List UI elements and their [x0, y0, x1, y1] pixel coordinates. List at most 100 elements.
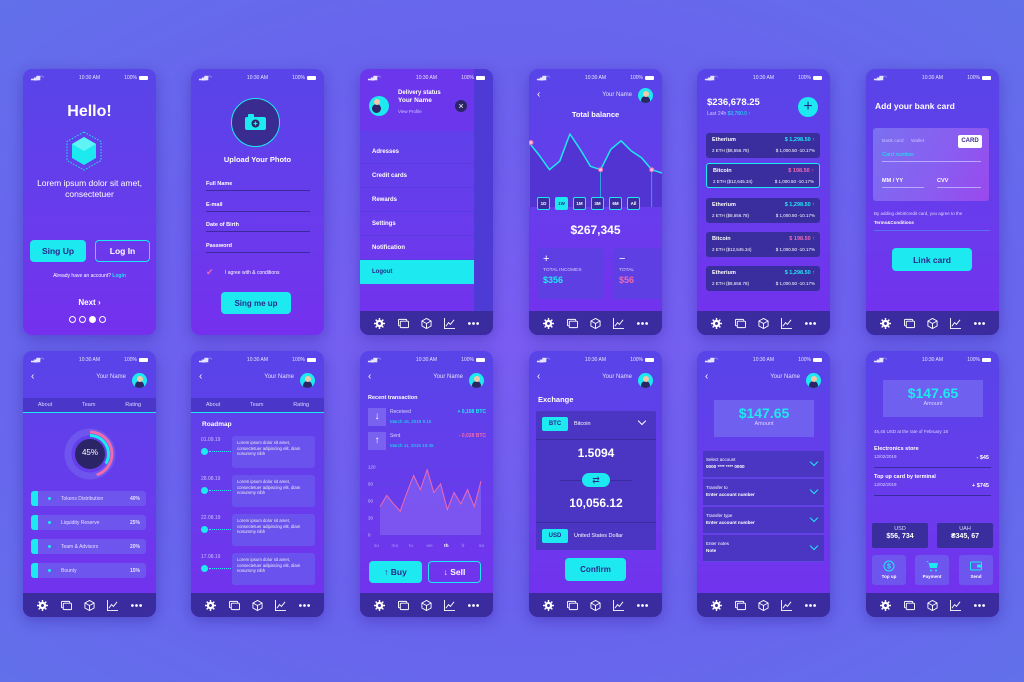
coin-row[interactable]: Etherium $ 1,298.50 ↑ 2 ETH ($8,656.78) $ 1…: [706, 198, 820, 223]
roadmap-entry[interactable]: Lorem ipsum dolor sit amet, consectetuer…: [232, 553, 315, 585]
from-amount[interactable]: 1.5094: [536, 446, 656, 460]
distribution-item[interactable]: Bounty 15%: [31, 563, 146, 578]
cube-icon[interactable]: [590, 599, 601, 611]
cards-icon[interactable]: [903, 600, 915, 611]
x-tick-label[interactable]: we: [427, 544, 433, 549]
more-icon[interactable]: [130, 600, 142, 611]
cube-icon[interactable]: [252, 599, 263, 611]
x-tick-label[interactable]: fr: [462, 543, 465, 549]
cards-icon[interactable]: [734, 318, 746, 329]
chart-icon[interactable]: [781, 317, 793, 329]
view-profile-link[interactable]: View Profile: [398, 109, 422, 114]
cards-icon[interactable]: [566, 600, 578, 611]
menu-item[interactable]: Logout: [360, 260, 474, 284]
distribution-item[interactable]: Team & Advisors 20%: [31, 539, 146, 554]
close-icon[interactable]: ×: [455, 100, 467, 112]
roadmap-entry[interactable]: Lorem ipsum dolor sit amet, consectetuer…: [232, 436, 315, 468]
chart-point[interactable]: [649, 167, 655, 173]
avatar[interactable]: [469, 373, 484, 388]
avatar[interactable]: [638, 88, 653, 103]
send-button[interactable]: Send: [959, 555, 993, 585]
x-tick-label[interactable]: tu: [409, 543, 413, 549]
coin-row[interactable]: Bitcoin $ 198.50 ↑ 2 ETH ($12,645.34) $ 1,0…: [706, 163, 820, 188]
confirm-button[interactable]: Confirm: [565, 558, 626, 581]
menu-item[interactable]: Adresses: [360, 140, 474, 164]
gear-icon[interactable]: [37, 599, 49, 611]
cube-icon[interactable]: [421, 317, 432, 329]
to-amount[interactable]: 10,056.12: [536, 496, 656, 510]
tab-about[interactable]: About: [206, 402, 220, 408]
gear-icon[interactable]: [711, 317, 723, 329]
password-field[interactable]: Password: [206, 243, 310, 253]
cube-icon[interactable]: [758, 317, 769, 329]
menu-item[interactable]: Credit cards: [360, 164, 474, 188]
page-dot[interactable]: [69, 316, 76, 323]
gear-icon[interactable]: [543, 317, 555, 329]
page-dot[interactable]: [79, 316, 86, 323]
tab-rating[interactable]: Rating: [125, 402, 141, 408]
tab-about[interactable]: About: [38, 402, 52, 408]
gear-icon[interactable]: [374, 317, 386, 329]
log-in-button[interactable]: Log In: [95, 240, 150, 262]
chart-icon[interactable]: [950, 599, 962, 611]
menu-item[interactable]: Settings: [360, 212, 474, 236]
upload-photo-button[interactable]: [231, 98, 280, 147]
back-icon[interactable]: ‹: [31, 371, 34, 382]
avatar[interactable]: [806, 373, 821, 388]
more-icon[interactable]: [636, 318, 648, 329]
tab-team[interactable]: Team: [250, 402, 263, 408]
period-button[interactable]: 3M: [591, 197, 604, 210]
transfer-field[interactable]: Enter notes Note: [703, 535, 824, 562]
chart-point[interactable]: [529, 140, 534, 145]
cards-icon[interactable]: [903, 318, 915, 329]
menu-overlay[interactable]: [474, 69, 493, 335]
buy-button[interactable]: ↑ Buy: [369, 561, 422, 583]
coin-row[interactable]: Bitcoin $ 198.50 ↑ 2 ETH ($12,645.34) $ 1,0…: [706, 232, 820, 257]
payment-button[interactable]: Payment: [915, 555, 949, 585]
distribution-item[interactable]: Liquidity Reserve 25%: [31, 515, 146, 530]
period-button[interactable]: 6M: [609, 197, 622, 210]
tab-rating[interactable]: Rating: [293, 402, 309, 408]
add-button[interactable]: +: [798, 97, 818, 117]
back-icon[interactable]: ‹: [199, 371, 202, 382]
avatar[interactable]: [369, 96, 389, 116]
period-button[interactable]: 1M: [573, 197, 586, 210]
payment-entry[interactable]: Top up card by terminal 12/02/2019 + $745: [874, 474, 991, 496]
cards-icon[interactable]: [228, 600, 240, 611]
login-link[interactable]: Login: [112, 273, 126, 279]
tab-wallet[interactable]: Wallet: [911, 139, 924, 144]
back-icon[interactable]: ‹: [705, 371, 708, 382]
chart-icon[interactable]: [781, 599, 793, 611]
to-currency-select[interactable]: USD United States Dollar: [536, 522, 656, 550]
sign-up-button[interactable]: Sing Up: [30, 240, 86, 262]
period-button[interactable]: 1W: [555, 197, 568, 210]
page-indicator[interactable]: [69, 316, 106, 323]
chart-icon[interactable]: [275, 599, 287, 611]
back-icon[interactable]: ‹: [537, 89, 540, 100]
link-card-button[interactable]: Link card: [892, 248, 972, 271]
transfer-field[interactable]: Transfer type Enter account number: [703, 507, 824, 534]
date-of-birth-field[interactable]: Date of Birth: [206, 222, 310, 232]
avatar[interactable]: [132, 373, 147, 388]
transfer-field[interactable]: Transfer to Enter account number: [703, 479, 824, 506]
roadmap-entry[interactable]: Lorem ipsum dolor sit amet, consectetuer…: [232, 514, 315, 546]
chart-icon[interactable]: [107, 599, 119, 611]
cvv-input[interactable]: CVV: [937, 178, 981, 188]
next-button[interactable]: Next ›: [23, 298, 156, 307]
cards-icon[interactable]: [566, 318, 578, 329]
sign-me-up-button[interactable]: Sing me up: [221, 292, 291, 314]
roadmap-entry[interactable]: Lorem ipsum dolor sit amet, consectetuer…: [232, 475, 315, 507]
chart-icon[interactable]: [950, 317, 962, 329]
cards-icon[interactable]: [397, 600, 409, 611]
avatar[interactable]: [300, 373, 315, 388]
cube-icon[interactable]: [758, 599, 769, 611]
expenses-card[interactable]: − TOTAL $56: [613, 248, 662, 299]
menu-item[interactable]: Rewards: [360, 188, 474, 212]
email-field[interactable]: E-mail: [206, 202, 310, 212]
gear-icon[interactable]: [543, 599, 555, 611]
coin-row[interactable]: Etherium $ 1,298.50 ↑ 2 ETH ($8,656.78) $ 1…: [706, 266, 820, 291]
gear-icon[interactable]: [880, 317, 892, 329]
gear-icon[interactable]: [880, 599, 892, 611]
more-icon[interactable]: [467, 600, 479, 611]
tab-bank-card[interactable]: Bank card: [882, 139, 904, 144]
